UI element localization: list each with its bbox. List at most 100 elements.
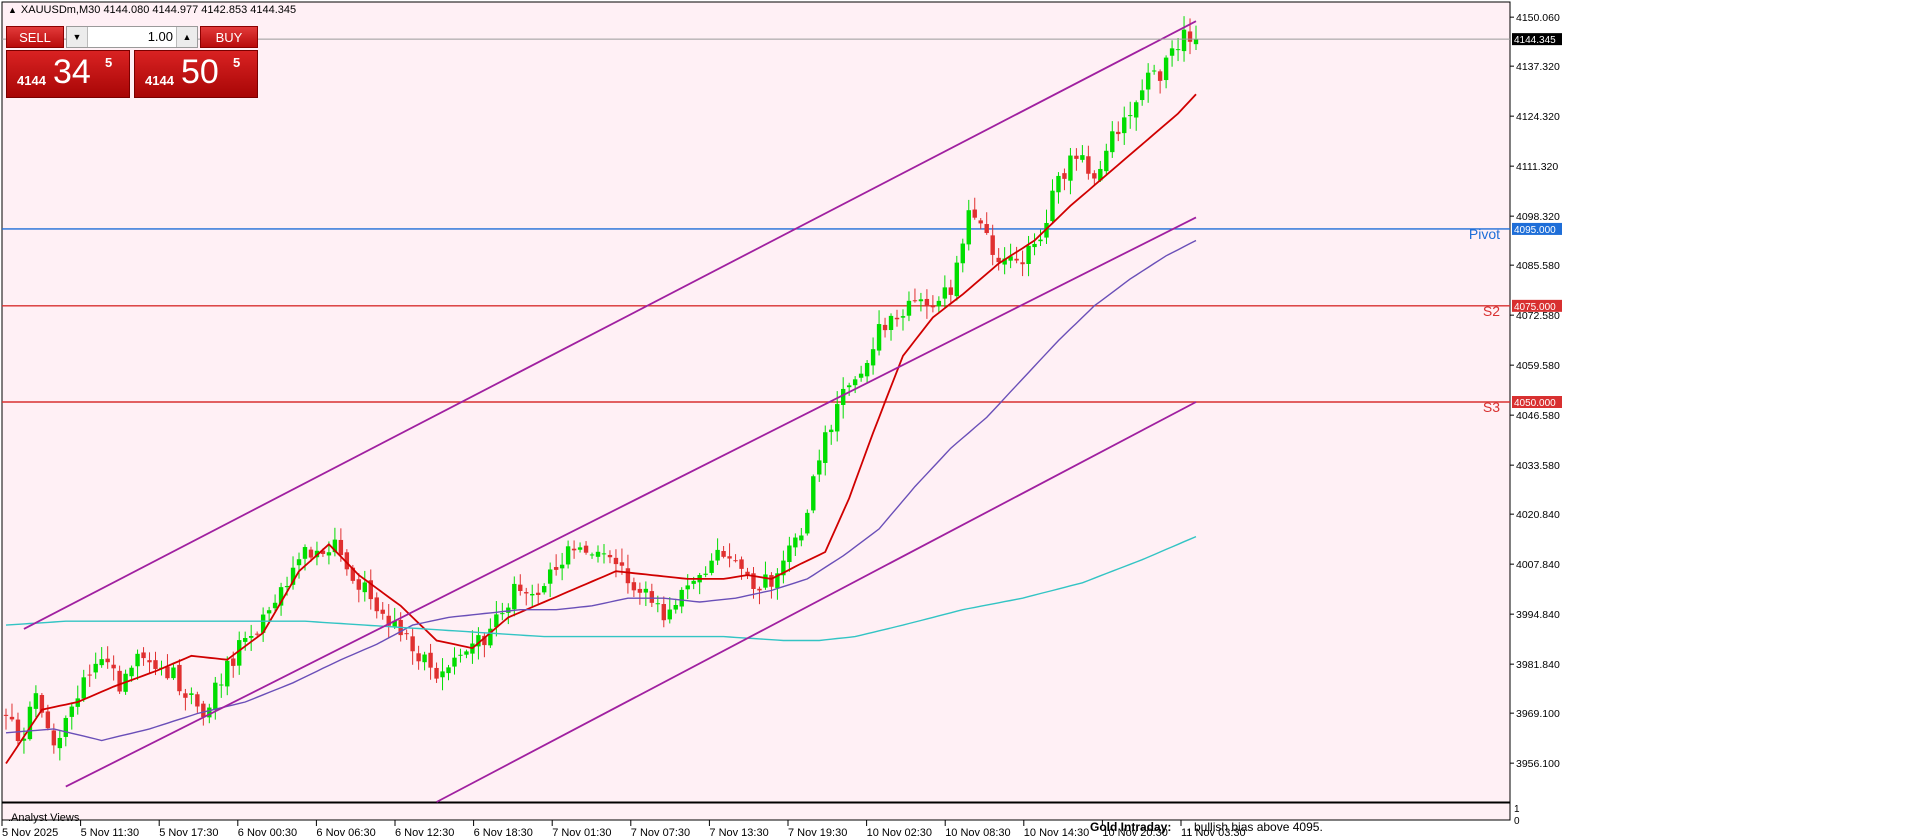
lot-size-field[interactable]: ▼ 1.00 ▲ [66,26,198,48]
candle-bull [1181,29,1187,52]
candle-bear [972,209,977,218]
candle-bear [733,560,738,562]
candle-bull [541,586,547,593]
x-tick-label: 5 Nov 11:30 [81,827,140,839]
candle-bear [990,235,995,255]
candle-bear [141,652,146,659]
y-tick-label: 4046.580 [1516,410,1560,422]
y-tick-label: 4098.320 [1516,211,1560,223]
candle-bull [296,559,302,566]
candle-bull [870,349,876,366]
analyst-note-text: , bullish bias above 4095. [1187,820,1323,834]
candle-bear [912,300,918,302]
candle-bull [93,663,98,673]
one-click-trading-panel: SELL ▼ 1.00 ▲ BUY 4144 34 5 4144 50 5 [6,26,258,98]
candle-bear [165,666,170,679]
candle-bull [135,653,140,667]
level-name: S3 [1483,399,1500,415]
x-tick-label: 10 Nov 14:30 [1024,827,1089,839]
lot-decrease-icon[interactable]: ▼ [67,27,88,47]
sell-quote[interactable]: 4144 34 5 [6,50,130,98]
candle-bear [984,224,989,234]
candle-bull [876,324,882,351]
price-chart[interactable]: Pivot 4095.000S2 4075.000S3 4050.000 4150.0… [0,0,1916,840]
candle-bull [452,657,457,667]
candle-bear [356,579,362,590]
candle-bear [380,609,385,614]
candle-bull [213,682,218,711]
candle-bull [817,460,822,475]
candle-bear [1020,262,1025,265]
candle-bear [607,554,613,558]
candle-bull [829,429,834,433]
candle-bull [673,604,678,610]
buy-quote-prefix: 4144 [145,73,174,88]
y-tick-label: 4085.580 [1516,260,1560,272]
candle-bull [225,660,230,687]
candle-bull [793,537,798,548]
candle-bear [518,584,523,591]
candle-bear [231,658,236,666]
candle-bull [1038,239,1043,242]
y-tick-label: 4007.840 [1516,559,1560,571]
candle-bull [787,545,792,563]
candle-bull [99,659,104,666]
candle-bull [715,549,720,561]
candle-bull [1026,245,1031,264]
candle-bull [1110,131,1115,153]
sell-quote-prefix: 4144 [17,73,46,88]
candle-bull [458,654,463,656]
candle-bear [3,714,9,716]
candle-bull [679,589,684,607]
candle-bull [840,388,846,405]
candle-bull [129,667,134,677]
candle-bull [547,569,553,584]
candle-bull [512,583,517,610]
candle-bear [416,653,421,662]
candle-bear [410,636,415,652]
candle-bear [882,324,888,331]
candle-bear [338,539,344,556]
candle-bull [966,210,971,245]
candle-bear [1074,155,1079,159]
lot-increase-icon[interactable]: ▲ [176,27,197,47]
candle-bull [1122,117,1127,134]
candle-bull [900,316,906,318]
buy-button[interactable]: BUY [200,26,258,48]
level-name: S2 [1483,303,1500,319]
y-tick-label: 3994.840 [1516,609,1560,621]
candle-bull [835,404,840,432]
candle-bull [81,677,86,699]
candle-bull [242,638,248,642]
candle-bear [948,287,954,295]
candle-bull [858,373,864,378]
candle-bull [805,512,810,534]
candle-bull [595,551,601,557]
candle-bull [1128,115,1133,117]
y-tick-label: 4072.580 [1516,310,1560,322]
candle-bull [577,547,583,550]
candle-bear [428,652,433,668]
candle-bull [446,667,451,674]
candle-bear [254,633,260,635]
lot-size-value[interactable]: 1.00 [89,27,175,47]
collapse-triangle-icon[interactable]: ▲ [8,5,17,15]
candle-bear [201,703,206,718]
indicator-subwindow [1,802,1511,821]
candle-bull [1134,102,1139,118]
candle-bull [1056,175,1061,193]
buy-quote[interactable]: 4144 50 5 [134,50,258,98]
candle-bear [1086,156,1091,174]
candle-bull [171,667,176,679]
candle-bear [177,664,182,692]
candle-bull [464,651,469,655]
candle-bull [1139,90,1145,101]
candle-bull [691,580,696,584]
candle-bear [625,568,631,584]
candle-bull [189,693,194,695]
candle-bear [536,592,541,595]
candle-bear [978,220,983,224]
candle-bear [111,664,116,669]
sell-button[interactable]: SELL [6,26,64,48]
candle-bull [846,385,852,388]
